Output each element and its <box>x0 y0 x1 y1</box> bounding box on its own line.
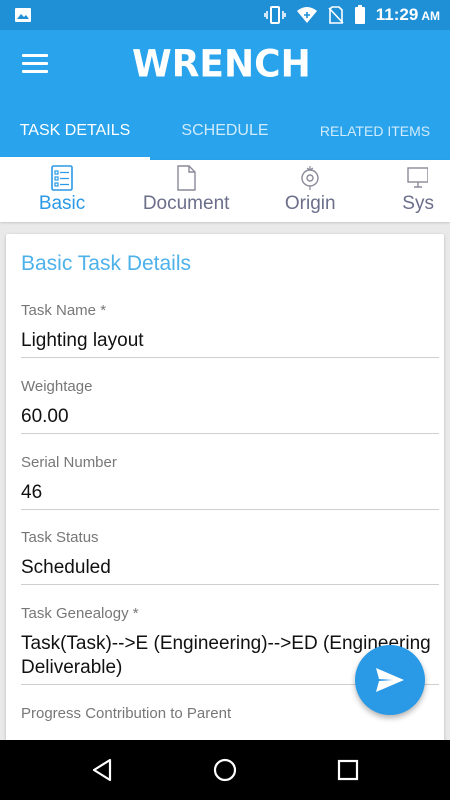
nav-home-button[interactable] <box>205 750 245 790</box>
field-task-status[interactable]: Task Status Scheduled <box>21 529 439 585</box>
back-triangle-icon <box>92 758 111 782</box>
app-logo: WRENCH <box>132 42 311 87</box>
recents-square-icon <box>338 759 359 781</box>
card-title: Basic Task Details <box>21 252 192 275</box>
tab-task-details[interactable]: TASK DETAILS <box>0 102 150 160</box>
image-icon <box>15 8 31 22</box>
sub-tabs: Basic Document Origin Sys <box>0 160 450 222</box>
nav-back-button[interactable] <box>82 750 122 790</box>
subtab-label: Document <box>142 193 230 214</box>
subtab-origin[interactable]: Origin <box>248 160 372 222</box>
send-icon <box>376 668 404 692</box>
field-label: Serial Number <box>21 454 117 471</box>
field-serial-number[interactable]: Serial Number 46 <box>21 454 439 510</box>
field-label: Task Genealogy * <box>21 605 139 622</box>
field-label: Task Name * <box>21 302 107 319</box>
document-icon <box>177 165 196 191</box>
field-value <box>21 732 439 736</box>
system-icon <box>407 167 429 188</box>
subtab-system[interactable]: Sys <box>372 160 450 222</box>
app-bar: WRENCH <box>0 30 450 102</box>
tab-related-items[interactable]: RELATED ITEMS <box>300 102 450 160</box>
home-circle-icon <box>213 758 237 782</box>
field-value: Lighting layout <box>21 330 144 351</box>
nav-recents-button[interactable] <box>328 750 368 790</box>
field-weightage[interactable]: Weightage 60.00 <box>21 378 439 434</box>
status-time: 11:29 AM <box>375 5 440 24</box>
main-tabs: TASK DETAILS SCHEDULE RELATED ITEMS <box>0 102 450 160</box>
tab-schedule[interactable]: SCHEDULE <box>150 102 300 160</box>
android-nav-bar <box>0 740 450 800</box>
field-value: Scheduled <box>21 557 111 578</box>
no-sim-icon <box>328 6 344 24</box>
field-task-name[interactable]: Task Name * Lighting layout <box>21 302 439 358</box>
send-button[interactable] <box>355 645 425 715</box>
subtab-basic[interactable]: Basic <box>0 160 124 222</box>
field-label: Weightage <box>21 378 93 395</box>
subtab-label: Basic <box>38 193 86 214</box>
field-value: 60.00 <box>21 406 69 427</box>
field-label: Task Status <box>21 529 99 546</box>
wifi-icon <box>296 7 317 23</box>
subtab-label: Origin <box>284 193 336 214</box>
vibrate-icon <box>263 6 286 24</box>
battery-icon <box>354 5 365 24</box>
subtab-document[interactable]: Document <box>124 160 248 222</box>
origin-icon <box>301 166 319 190</box>
subtab-label: Sys <box>402 193 434 214</box>
checklist-icon <box>51 165 73 191</box>
status-bar: 11:29 AM <box>0 0 450 30</box>
hamburger-icon[interactable] <box>22 54 48 74</box>
field-value: 46 <box>21 482 43 503</box>
